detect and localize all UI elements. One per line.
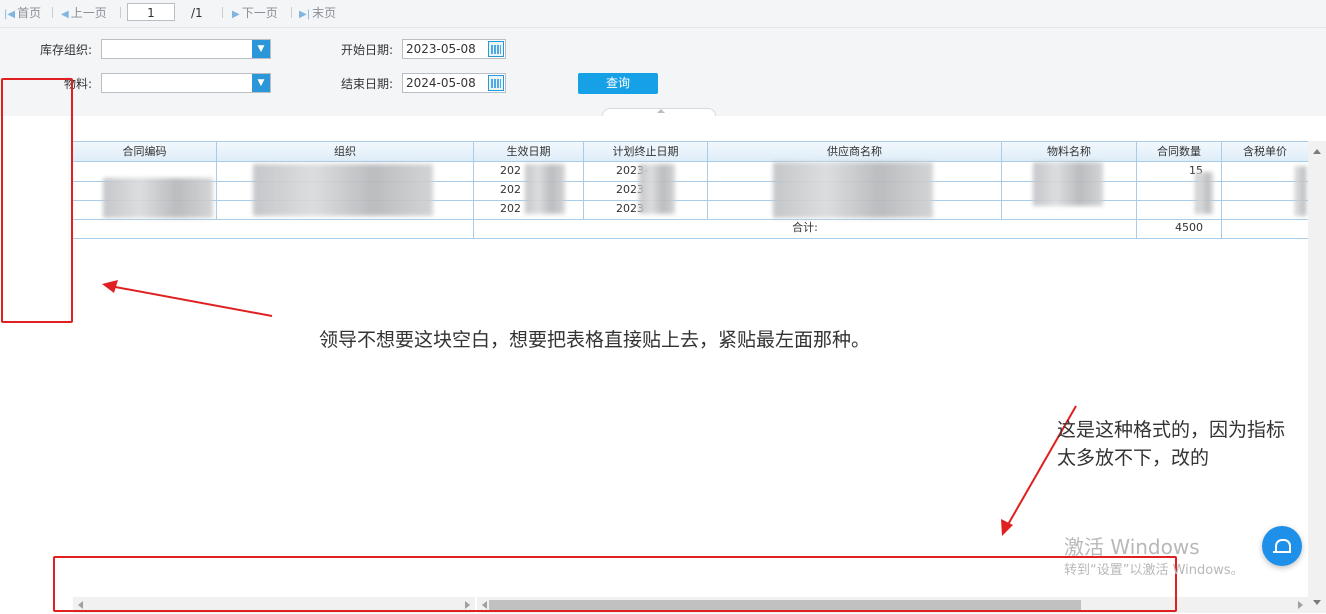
annotation-arrowhead-bottom	[1001, 519, 1013, 536]
annotation-arrowhead-left	[102, 280, 118, 293]
annotation-note-line2: 太多放不下，改的	[1057, 447, 1210, 469]
alarm-icon[interactable]	[1262, 526, 1302, 566]
activation-watermark-subtitle: 转到“设置”以激活 Windows。	[1064, 563, 1244, 578]
annotation-arrow-left	[109, 285, 273, 317]
annotation-note: 领导不想要这块空白，想要把表格直接贴上去，紧贴最左面那种。	[319, 329, 871, 351]
activation-watermark-title: 激活 Windows	[1064, 535, 1200, 559]
annotation-arrows	[102, 280, 1077, 536]
annotation-note-line1: 这是这种格式的，因为指标	[1057, 419, 1286, 441]
